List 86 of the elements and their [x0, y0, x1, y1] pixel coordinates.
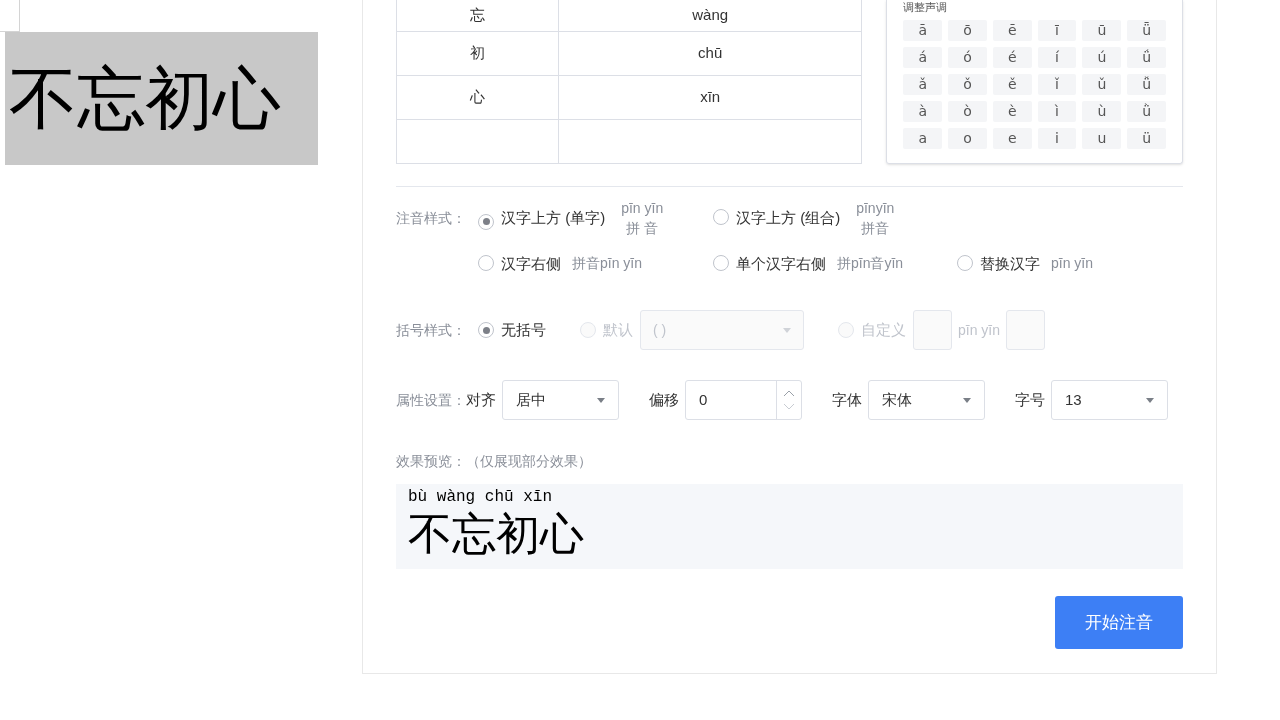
tone-key[interactable]: o: [948, 128, 987, 149]
field-label: 字体: [832, 389, 862, 410]
option-label[interactable]: 单个汉字右侧: [736, 253, 826, 276]
field-label: 字号: [1015, 389, 1045, 410]
select-field[interactable]: 宋体: [868, 380, 985, 420]
tone-key[interactable]: ù: [1082, 101, 1122, 122]
field-label: 偏移: [649, 389, 679, 410]
chevron-up-icon[interactable]: [783, 390, 795, 397]
sample-text: 拼pīn音yīn: [837, 254, 904, 273]
tone-key[interactable]: ā: [903, 20, 943, 41]
tone-key[interactable]: ǜ: [1127, 101, 1166, 122]
tone-key[interactable]: ē: [992, 20, 1032, 41]
tone-key[interactable]: ú: [1082, 47, 1122, 68]
tone-key[interactable]: a: [903, 128, 943, 149]
preview-text: 不忘初心: [408, 508, 585, 560]
table-cell-text: chū: [698, 43, 723, 64]
radio-button[interactable]: [713, 209, 729, 225]
select-value: 13: [1065, 389, 1082, 410]
tone-key[interactable]: ǘ: [1127, 47, 1166, 68]
radio-button[interactable]: [713, 255, 729, 271]
sample-text: pīn yīn: [958, 320, 1001, 340]
option-label[interactable]: 汉字上方 (单字): [501, 207, 606, 230]
tone-key[interactable]: ò: [948, 101, 987, 122]
caret-icon: [963, 397, 971, 403]
select-value: 居中: [516, 389, 546, 410]
tone-key[interactable]: ī: [1037, 20, 1077, 41]
select-value: 宋体: [882, 389, 912, 410]
tone-key[interactable]: i: [1037, 128, 1077, 149]
tone-key[interactable]: ǐ: [1037, 74, 1077, 95]
tone-key[interactable]: ǔ: [1082, 74, 1122, 95]
caret-icon: [1146, 397, 1154, 403]
radio-button[interactable]: [478, 322, 494, 338]
tone-key[interactable]: ǚ: [1127, 74, 1166, 95]
tone-key[interactable]: à: [903, 101, 943, 122]
table-cell-text: 初: [470, 43, 485, 64]
left-bracket-field[interactable]: [913, 310, 952, 350]
select-value: ( ): [653, 320, 667, 340]
table-cell-text: wàng: [692, 5, 729, 26]
radio-button[interactable]: [957, 255, 973, 271]
tone-key[interactable]: ǖ: [1127, 20, 1166, 41]
radio-button[interactable]: [478, 255, 494, 271]
number-field[interactable]: 0: [685, 380, 802, 420]
sample-text: pīn yīn: [1051, 254, 1094, 273]
sample-pinyin: pīn yīn: [621, 199, 664, 218]
tone-key[interactable]: ǒ: [948, 74, 987, 95]
tone-key[interactable]: á: [903, 47, 943, 68]
bracket-style-label: 括号样式：: [396, 320, 467, 340]
tone-panel-title: 调整声调: [903, 0, 949, 14]
chevron-down-icon[interactable]: [783, 403, 795, 410]
tone-key[interactable]: é: [992, 47, 1032, 68]
select-field[interactable]: 13: [1051, 380, 1168, 420]
tone-key[interactable]: e: [992, 128, 1032, 149]
tone-key[interactable]: ū: [1082, 20, 1122, 41]
caret-icon: [783, 327, 791, 333]
number-value: 0: [698, 389, 709, 410]
radio-button[interactable]: [478, 213, 494, 230]
table-cell-text: xīn: [700, 87, 721, 108]
tone-key[interactable]: è: [992, 101, 1032, 122]
sample-text: 拼音pīn yīn: [572, 254, 643, 273]
option-label[interactable]: 替换汉字: [980, 253, 1040, 276]
tone-key[interactable]: í: [1037, 47, 1077, 68]
sample-hanzi: 拼音: [861, 219, 890, 238]
selected-text: 不忘初心: [5, 32, 318, 165]
sample-pinyin: pīnyīn: [856, 199, 895, 218]
table-cell-text: 心: [470, 87, 485, 108]
tone-key[interactable]: ü: [1127, 128, 1166, 149]
right-bracket-field[interactable]: [1006, 310, 1046, 350]
tone-key[interactable]: ō: [948, 20, 987, 41]
preview-pinyin: bù wàng chū xīn: [408, 487, 554, 508]
sample-hanzi: 拼 音: [626, 219, 659, 238]
option-label[interactable]: 汉字上方 (组合): [736, 207, 841, 230]
start-button[interactable]: 开始注音: [1055, 596, 1183, 649]
tone-key[interactable]: ǎ: [903, 74, 943, 95]
tone-key[interactable]: u: [1082, 128, 1122, 149]
caret-icon: [597, 397, 605, 403]
option-label[interactable]: 汉字右侧: [501, 253, 561, 276]
field-label: 对齐: [466, 389, 496, 410]
tone-key[interactable]: ě: [992, 74, 1032, 95]
option-label[interactable]: 无括号: [501, 318, 546, 342]
select-field[interactable]: 居中: [502, 380, 619, 420]
tone-key[interactable]: ì: [1037, 101, 1077, 122]
properties-label: 属性设置：: [396, 390, 466, 410]
tone-key[interactable]: ó: [948, 47, 987, 68]
table-cell-text: 忘: [470, 5, 485, 26]
annotation-style-label: 注音样式：: [396, 209, 467, 228]
preview-label: 效果预览：（仅展现部分效果）: [396, 452, 593, 471]
